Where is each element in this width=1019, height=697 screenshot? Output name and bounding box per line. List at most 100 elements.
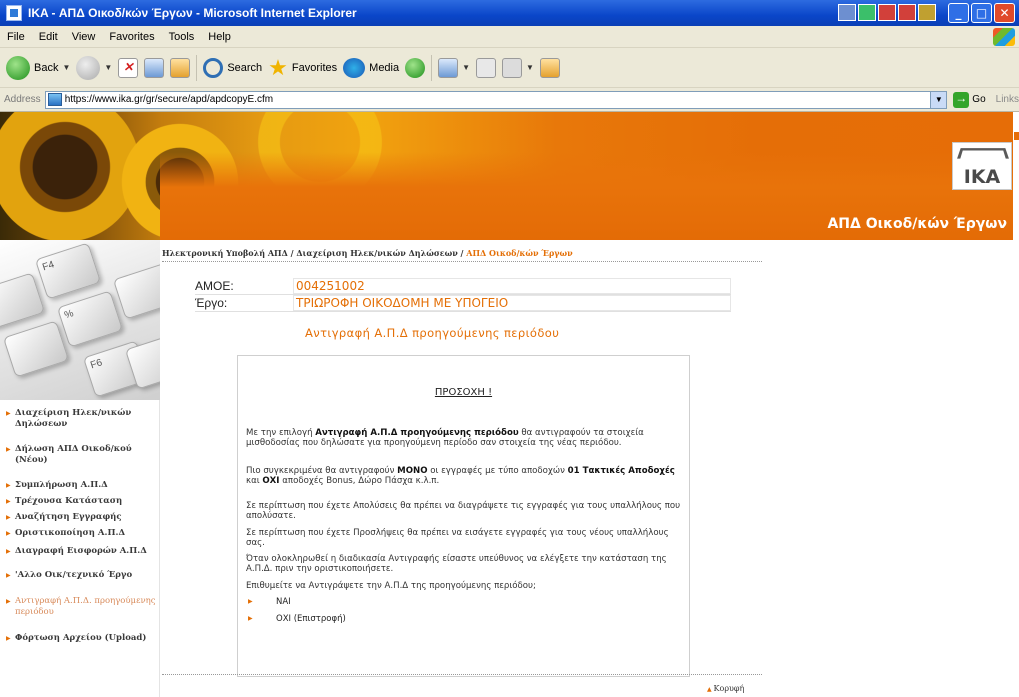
- ergo-label: Έργο:: [195, 296, 228, 310]
- menu-edit[interactable]: Edit: [32, 31, 65, 43]
- amoe-row: ΑΜΟΕ: 004251002: [195, 278, 731, 295]
- warning-box: ΠΡΟΣΟΧΗ ! Με την επιλογή Αντιγραφή Α.Π.Δ…: [237, 355, 690, 677]
- maximize-button[interactable]: □: [971, 3, 992, 23]
- back-button[interactable]: Back ▼: [6, 55, 70, 80]
- windows-logo-icon: [993, 28, 1015, 46]
- sunflower-image: [0, 112, 140, 240]
- forward-button[interactable]: ▼: [76, 55, 112, 80]
- address-label: Address: [4, 94, 41, 105]
- menu-bar: File Edit View Favorites Tools Help: [0, 26, 1019, 48]
- keyboard-key: [2, 320, 70, 378]
- chevron-down-icon[interactable]: ▼: [526, 63, 534, 72]
- page-title: Αντιγραφή Α.Π.Δ προηγούμενης περιόδου: [305, 326, 560, 340]
- sidebar-item-copy-apd[interactable]: Αντιγραφή Α.Π.Δ. προηγούμενης περιόδου: [6, 596, 156, 618]
- warning-paragraph: Σε περίπτωση που έχετε Απολύσεις θα πρέπ…: [246, 501, 681, 521]
- sidebar-item-search-entry[interactable]: Αναζήτηση Εγγραφής: [6, 512, 156, 523]
- refresh-button[interactable]: [144, 57, 165, 78]
- tray-icon[interactable]: [918, 4, 936, 21]
- go-arrow-icon: [953, 91, 970, 108]
- ergo-row: Έργο: ΤΡΙΩΡΟΦΗ ΟΙΚΟΔΟΜΗ ΜΕ ΥΠΟΓΕΙΟ: [195, 295, 731, 312]
- stop-icon: [118, 57, 139, 78]
- stop-button[interactable]: [118, 57, 139, 78]
- menu-favorites[interactable]: Favorites: [102, 31, 161, 43]
- sidebar-item-delete-contributions[interactable]: Διαγραφή Εισφορών Α.Π.Δ: [6, 546, 156, 557]
- breadcrumb-link[interactable]: Ηλεκτρονική Υποβολή ΑΠΔ: [162, 248, 288, 258]
- left-sidebar: F4 % F6 Διαχείριση Ηλεκ/νικών Δηλώσεων Δ…: [0, 240, 160, 697]
- no-link[interactable]: ΟΧΙ (Επιστροφή): [248, 614, 346, 624]
- breadcrumb-link[interactable]: Διαχείριση Ηλεκ/νικών Δηλώσεων: [296, 248, 457, 258]
- print-button[interactable]: [476, 57, 497, 78]
- tray-icon[interactable]: [838, 4, 856, 21]
- amoe-value: 004251002: [293, 278, 731, 294]
- folder-button[interactable]: [539, 57, 560, 78]
- sidebar-item-upload-file[interactable]: Φόρτωση Αρχείου (Upload): [6, 633, 156, 644]
- banner-tagline: ΑΠΔ Οικοδ/κών Έργων: [827, 216, 1007, 232]
- tray-icon[interactable]: [898, 4, 916, 21]
- keyboard-key: %: [56, 290, 124, 348]
- browser-toolbar: Back ▼ ▼ Search ★ Favorites Media ▼ ▼: [0, 48, 1019, 88]
- menu-help[interactable]: Help: [201, 31, 238, 43]
- sidebar-item-manage-declarations[interactable]: Διαχείριση Ηλεκ/νικών Δηλώσεων: [6, 408, 156, 430]
- chevron-down-icon[interactable]: ▼: [62, 63, 70, 72]
- tray-icon[interactable]: [878, 4, 896, 21]
- minimize-button[interactable]: _: [948, 3, 969, 23]
- media-button[interactable]: Media: [343, 57, 400, 78]
- sidebar-item-other-project[interactable]: 'Αλλο Οικ/τεχνικό Έργο: [6, 570, 156, 581]
- sidebar-item-current-status[interactable]: Τρέχουσα Κατάσταση: [6, 496, 156, 507]
- keyboard-image: F4 % F6: [0, 240, 160, 400]
- chevron-down-icon[interactable]: ▼: [930, 91, 947, 108]
- page-icon: [47, 93, 62, 106]
- sidebar-item-new-apd[interactable]: Δήλωση ΑΠΔ Οικοδ/κού (Νέου): [6, 444, 156, 466]
- breadcrumb-separator: /: [457, 248, 467, 258]
- titlebar-tray: [838, 4, 936, 21]
- search-button[interactable]: Search: [203, 57, 263, 78]
- go-label: Go: [972, 94, 986, 105]
- media-icon: [343, 57, 366, 78]
- favorites-label: Favorites: [291, 61, 338, 74]
- menu-file[interactable]: File: [0, 31, 32, 43]
- mail-button[interactable]: ▼: [438, 57, 470, 78]
- breadcrumb: Ηλεκτρονική Υποβολή ΑΠΔ / Διαχείριση Ηλε…: [162, 248, 573, 258]
- refresh-icon: [144, 57, 165, 78]
- edit-icon: [502, 57, 523, 78]
- address-bar: Address https://www.ika.gr/gr/secure/apd…: [0, 88, 1019, 112]
- scrollbar-marker[interactable]: [1014, 132, 1019, 140]
- search-label: Search: [227, 61, 263, 74]
- chevron-down-icon[interactable]: ▼: [104, 63, 112, 72]
- go-button[interactable]: Go: [953, 91, 986, 108]
- logo-roof-icon: [957, 148, 1009, 159]
- menu-tools[interactable]: Tools: [162, 31, 202, 43]
- history-button[interactable]: [405, 57, 426, 78]
- back-to-top-link[interactable]: Κορυφή: [707, 684, 745, 693]
- ika-logo[interactable]: IKA: [952, 142, 1012, 190]
- warning-paragraph: Με την επιλογή Αντιγραφή Α.Π.Δ προηγούμε…: [246, 428, 644, 448]
- sidebar-item-fill-apd[interactable]: Συμπλήρωση Α.Π.Δ: [6, 480, 156, 491]
- links-button[interactable]: Links: [996, 94, 1019, 105]
- home-icon: [170, 57, 191, 78]
- address-input[interactable]: https://www.ika.gr/gr/secure/apd/apdcopy…: [44, 90, 948, 109]
- address-url: https://www.ika.gr/gr/secure/apd/apdcopy…: [64, 94, 274, 105]
- ie-app-icon: [6, 5, 22, 21]
- tray-icon[interactable]: [858, 4, 876, 21]
- ergo-value: ΤΡΙΩΡΟΦΗ ΟΙΚΟΔΟΜΗ ΜΕ ΥΠΟΓΕΙΟ: [293, 295, 731, 311]
- warning-paragraph: Όταν ολοκληρωθεί η διαδικασία Αντιγραφής…: [246, 554, 667, 574]
- project-info: ΑΜΟΕ: 004251002 Έργο: ΤΡΙΩΡΟΦΗ ΟΙΚΟΔΟΜΗ …: [195, 278, 731, 312]
- window-title: IKA - ΑΠΔ Οικοδ/κών Έργων - Microsoft In…: [28, 6, 357, 20]
- toolbar-separator: [431, 54, 433, 81]
- yes-link[interactable]: ΝΑΙ: [248, 597, 291, 607]
- toolbar-separator: [196, 54, 198, 81]
- divider: [162, 261, 762, 262]
- confirm-question: Επιθυμείτε να Αντιγράψετε την Α.Π.Δ της …: [246, 581, 536, 591]
- warning-paragraph: Πιο συγκεκριμένα θα αντιγραφούν ΜΟΝΟ οι …: [246, 466, 675, 486]
- sidebar-item-finalize-apd[interactable]: Οριστικοποίηση Α.Π.Δ: [6, 528, 156, 539]
- menu-view[interactable]: View: [65, 31, 103, 43]
- favorites-button[interactable]: ★ Favorites: [268, 56, 338, 78]
- media-label: Media: [369, 61, 400, 74]
- breadcrumb-current: ΑΠΔ Οικοδ/κών Έργων: [466, 248, 573, 258]
- close-button[interactable]: ✕: [994, 3, 1015, 23]
- edit-button[interactable]: ▼: [502, 57, 534, 78]
- chevron-down-icon[interactable]: ▼: [462, 63, 470, 72]
- logo-text: IKA: [963, 166, 1001, 188]
- home-button[interactable]: [170, 57, 191, 78]
- warning-paragraph: Σε περίπτωση που έχετε Προσλήψεις θα πρέ…: [246, 528, 669, 548]
